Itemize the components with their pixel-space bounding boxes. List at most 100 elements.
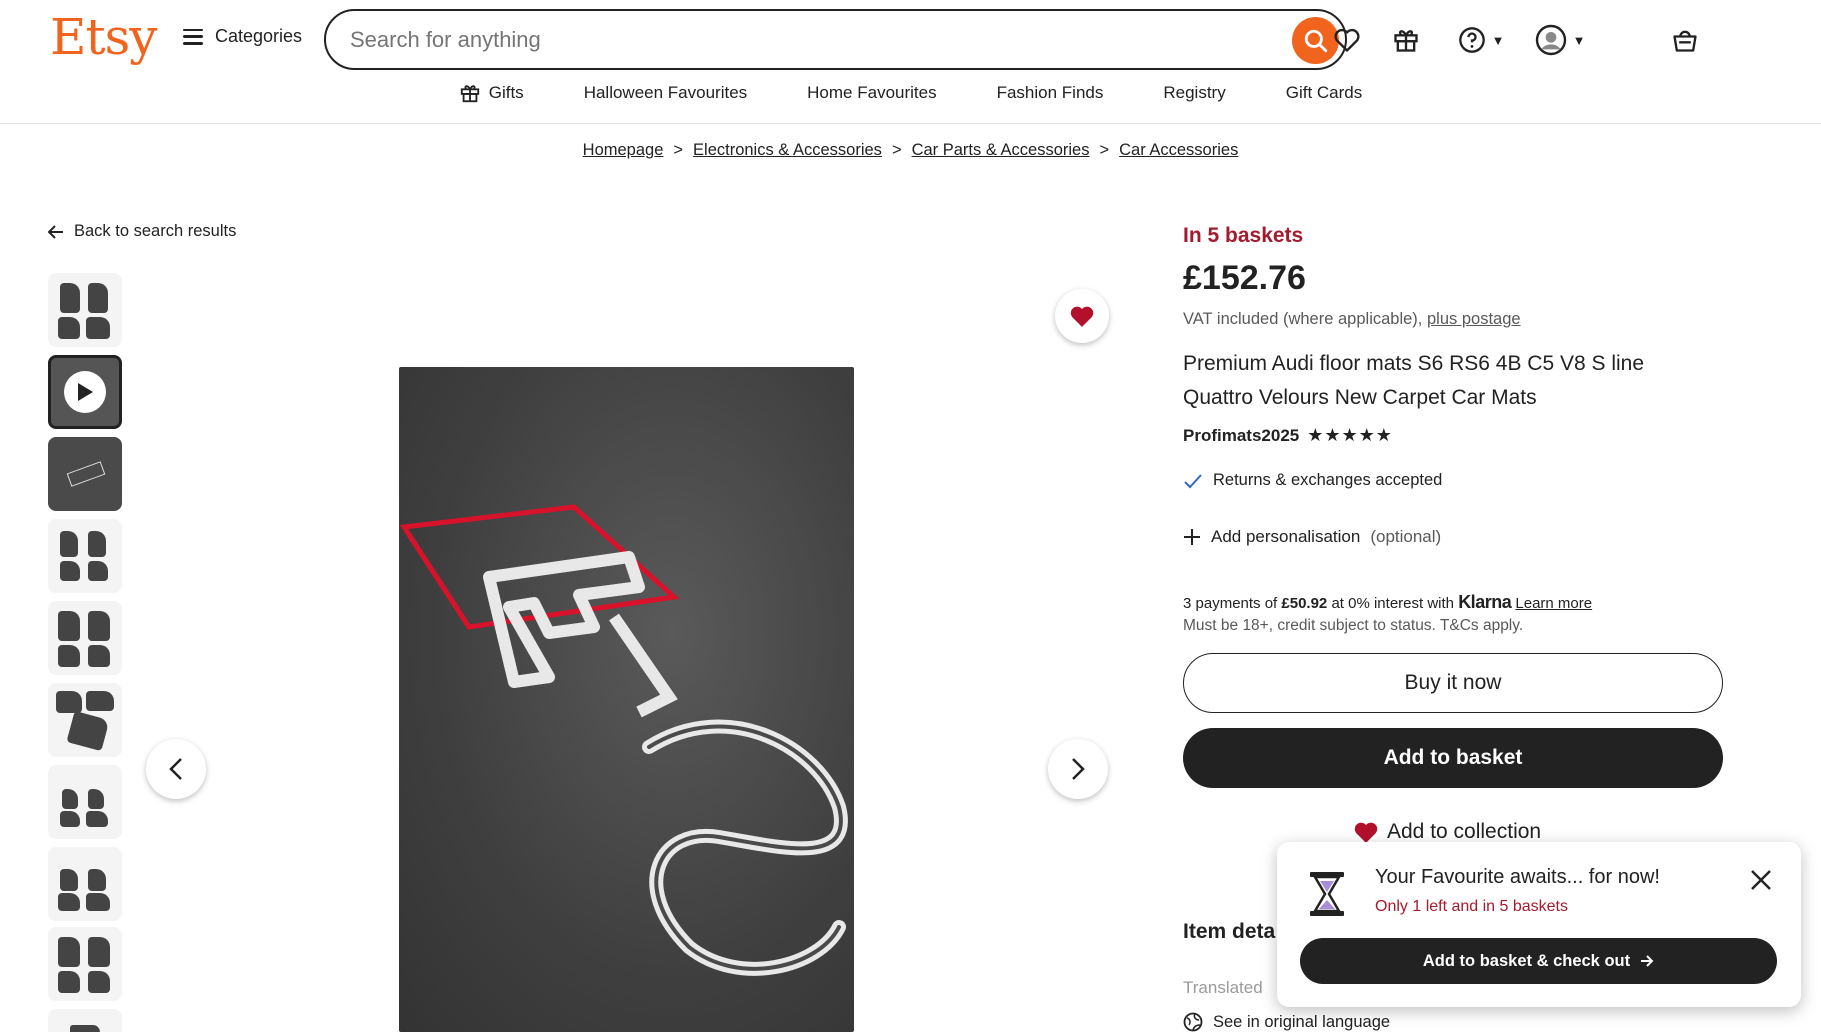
klarna-mid: at 0% interest with	[1331, 595, 1455, 612]
translated-note: Translated	[1183, 978, 1263, 997]
gifts-button[interactable]	[1388, 22, 1424, 58]
vat-note: VAT included (where applicable), plus po…	[1183, 310, 1521, 329]
previous-image-button[interactable]	[146, 739, 206, 799]
category-nav: Gifts Halloween Favourites Home Favourit…	[0, 82, 1821, 104]
thumbnail-image[interactable]	[48, 847, 122, 921]
postage-link[interactable]: plus postage	[1427, 310, 1521, 328]
chevron-right-icon: >	[891, 141, 902, 159]
see-original-language-link[interactable]: See in original language	[1183, 1012, 1390, 1032]
mats-picture	[56, 691, 114, 752]
returns-policy: Returns & exchanges accepted	[1183, 471, 1442, 490]
chevron-down-icon: ▼	[1572, 32, 1586, 48]
search-input[interactable]	[350, 24, 1250, 56]
menu-icon	[183, 28, 203, 45]
nav-gifts-label: Gifts	[488, 83, 524, 102]
close-icon	[1751, 870, 1771, 890]
buy-it-now-button[interactable]: Buy it now	[1183, 653, 1723, 713]
nav-gift-cards[interactable]: Gift Cards	[1256, 82, 1393, 104]
heart-icon	[1070, 306, 1094, 327]
chevron-right-icon: >	[673, 141, 684, 159]
globe-icon	[1183, 1012, 1203, 1032]
hourglass-icon	[1307, 870, 1347, 923]
help-button[interactable]: ▼	[1450, 22, 1512, 58]
favourite-button[interactable]	[1055, 289, 1109, 343]
klarna-prefix: 3 payments of	[1183, 595, 1278, 612]
checkmark-icon	[1184, 473, 1202, 488]
add-personalisation-toggle[interactable]: Add personalisation (optional)	[1183, 527, 1441, 547]
breadcrumb-car-accessories[interactable]: Car Accessories	[1119, 141, 1238, 159]
search-icon	[1304, 29, 1327, 52]
add-to-collection-button[interactable]: Add to collection	[1353, 820, 1541, 844]
product-image	[399, 367, 854, 1032]
mats-picture	[56, 773, 114, 831]
add-to-basket-button[interactable]: Add to basket	[1183, 728, 1723, 788]
next-image-button[interactable]	[1048, 739, 1108, 799]
personalisation-optional: (optional)	[1370, 527, 1442, 546]
back-label: Back to search results	[74, 222, 237, 240]
basket-icon	[1673, 30, 1697, 52]
help-icon	[1458, 27, 1485, 53]
popup-subtitle: Only 1 left and in 5 baskets	[1375, 898, 1568, 915]
rs-logo-picture	[399, 504, 848, 976]
nav-gifts[interactable]: Gifts	[429, 82, 554, 104]
returns-text: Returns & exchanges accepted	[1213, 471, 1443, 489]
gift-icon	[1394, 30, 1418, 52]
chevron-left-icon	[169, 758, 182, 780]
mats-picture	[56, 281, 114, 339]
heart-icon	[1334, 28, 1360, 52]
vat-text: VAT included (where applicable),	[1183, 310, 1423, 328]
klarna-amount: £50.92	[1281, 595, 1328, 612]
back-to-results-link[interactable]: Back to search results	[48, 222, 236, 241]
arrow-left-icon	[48, 224, 63, 239]
nav-registry[interactable]: Registry	[1133, 82, 1255, 104]
see-original-label: See in original language	[1213, 1012, 1391, 1031]
klarna-offer: 3 payments of £50.92 at 0% interest with…	[1183, 592, 1592, 613]
thumbnail-image[interactable]	[48, 927, 122, 1001]
search-bar	[324, 9, 1347, 70]
categories-label: Categories	[215, 26, 303, 46]
arrow-right-icon	[1641, 955, 1654, 967]
account-button[interactable]: ▼	[1528, 22, 1592, 58]
breadcrumb-homepage[interactable]: Homepage	[583, 141, 664, 159]
nav-home-favourites[interactable]: Home Favourites	[777, 82, 966, 104]
thumbnail-image[interactable]	[48, 519, 122, 593]
thumbnail-image[interactable]	[48, 601, 122, 675]
chevron-right-icon	[1072, 758, 1085, 780]
popup-title: Your Favourite awaits... for now!	[1375, 866, 1660, 888]
product-price: £152.76	[1183, 259, 1306, 297]
account-icon	[1535, 24, 1566, 56]
klarna-logo: Klarna	[1458, 592, 1512, 612]
favourite-reminder-popup: Your Favourite awaits... for now! Only 1…	[1277, 842, 1801, 1007]
klarna-note: Must be 18+, credit subject to status. T…	[1183, 617, 1524, 634]
nav-halloween-favourites[interactable]: Halloween Favourites	[554, 82, 777, 104]
shop-name-link[interactable]: Profimats2025	[1183, 426, 1299, 446]
in-baskets-notice: In 5 baskets	[1183, 224, 1304, 247]
chevron-right-icon: >	[1099, 141, 1110, 159]
plus-icon	[1184, 529, 1200, 545]
categories-button[interactable]: Categories	[183, 26, 302, 47]
mats-picture	[56, 609, 114, 667]
thumbnail-image[interactable]	[48, 1009, 122, 1032]
nav-fashion-finds[interactable]: Fashion Finds	[967, 82, 1134, 104]
mats-picture	[56, 855, 114, 913]
basket-button[interactable]	[1667, 22, 1703, 58]
shop-info: Profimats2025 ★★★★★	[1183, 425, 1393, 446]
breadcrumb-electronics[interactable]: Electronics & Accessories	[693, 141, 882, 159]
thumbnail-image[interactable]	[48, 273, 122, 347]
favourites-button[interactable]	[1329, 22, 1365, 58]
star-rating[interactable]: ★★★★★	[1307, 425, 1393, 446]
thumbnail-video[interactable]	[48, 355, 122, 429]
close-popup-button[interactable]	[1747, 866, 1775, 894]
breadcrumb-car-parts[interactable]: Car Parts & Accessories	[912, 141, 1090, 159]
item-details-heading[interactable]: Item deta	[1183, 920, 1275, 944]
add-to-basket-checkout-button[interactable]: Add to basket & check out	[1300, 938, 1777, 984]
klarna-learn-more-link[interactable]: Learn more	[1515, 595, 1592, 612]
gift-icon	[460, 85, 479, 103]
thumbnail-image[interactable]	[48, 683, 122, 757]
personalisation-label: Add personalisation	[1211, 527, 1361, 546]
etsy-logo[interactable]: Etsy	[50, 8, 157, 66]
add-to-collection-label: Add to collection	[1387, 820, 1542, 843]
mats-picture	[66, 461, 106, 487]
thumbnail-image[interactable]	[48, 437, 122, 511]
thumbnail-image[interactable]	[48, 765, 122, 839]
